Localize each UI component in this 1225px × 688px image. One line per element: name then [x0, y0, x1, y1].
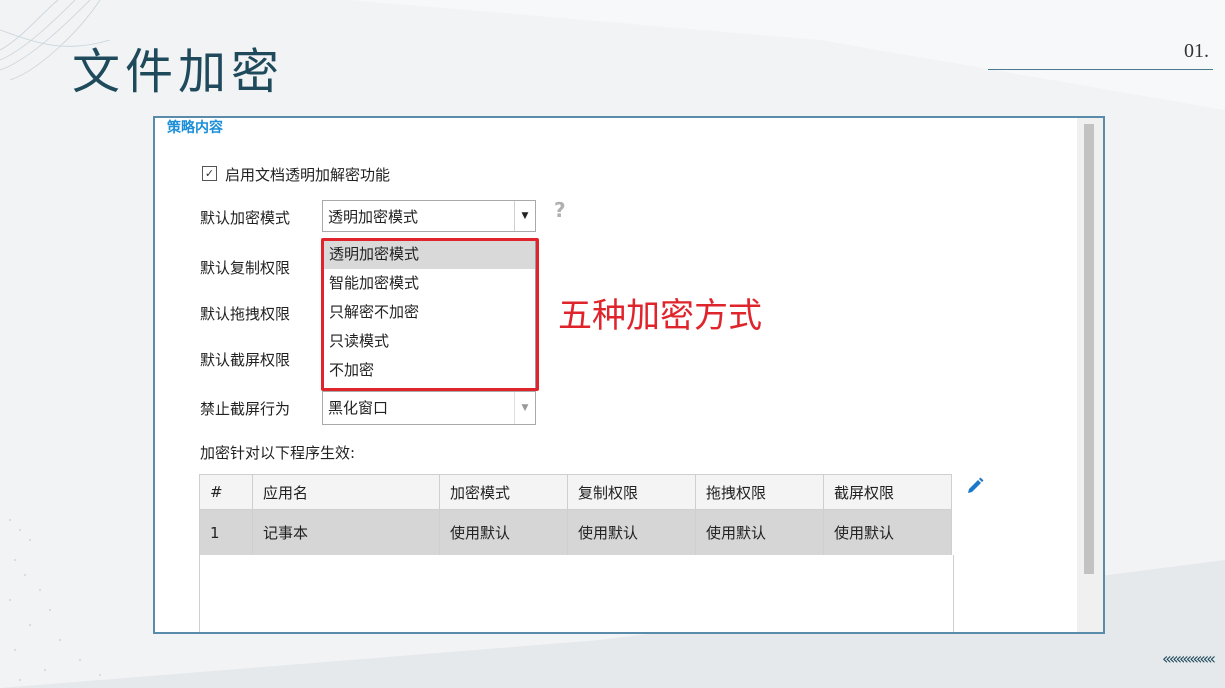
chevron-down-icon[interactable]: ▼	[514, 392, 535, 424]
page-number: 01.	[1184, 40, 1209, 62]
default-drag-label: 默认拖拽权限	[200, 305, 291, 323]
slide-title: 文件加密	[72, 44, 285, 100]
vertical-scrollbar[interactable]	[1077, 118, 1103, 632]
policy-screenshot: 策略内容 ✓ 启用文档透明加解密功能 默认加密模式 透明加密模式 ▼ ? 默认复…	[153, 116, 1105, 634]
help-icon[interactable]: ?	[554, 198, 566, 222]
page-number-underline	[988, 69, 1213, 70]
column-header[interactable]: 拖拽权限	[695, 474, 824, 510]
pencil-edit-icon[interactable]	[965, 476, 985, 496]
table-row[interactable]: 1 记事本 使用默认 使用默认 使用默认 使用默认	[199, 509, 952, 556]
dropdown-option[interactable]: 智能加密模式	[324, 269, 535, 298]
section-title: 策略内容	[167, 120, 223, 136]
column-header[interactable]: 加密模式	[439, 474, 568, 510]
programs-table: # 应用名 加密模式 复制权限 拖拽权限 截屏权限 1 记事本 使用默认 使用默…	[199, 474, 952, 556]
forbid-screenshot-select[interactable]: 黑化窗口 ▼	[322, 391, 536, 425]
table-cell: 1	[199, 509, 253, 556]
enable-checkbox[interactable]: ✓	[202, 166, 217, 181]
table-empty-area	[199, 555, 954, 632]
chevrons-decoration: ‹‹‹‹‹‹‹‹‹‹‹‹‹‹‹	[1162, 649, 1216, 668]
table-cell: 使用默认	[439, 509, 568, 556]
column-header[interactable]: 截屏权限	[823, 474, 952, 510]
forbid-screenshot-value: 黑化窗口	[328, 399, 389, 417]
programs-label: 加密针对以下程序生效:	[200, 444, 356, 462]
encrypt-mode-dropdown-list: 透明加密模式 智能加密模式 只解密不加密 只读模式 不加密	[323, 239, 536, 389]
dropdown-option[interactable]: 透明加密模式	[324, 240, 535, 269]
default-screenshot-label: 默认截屏权限	[200, 351, 291, 369]
table-cell: 使用默认	[567, 509, 696, 556]
enable-checkbox-label: 启用文档透明加解密功能	[225, 166, 391, 184]
table-cell: 使用默认	[823, 509, 952, 556]
scrollbar-thumb[interactable]	[1084, 124, 1094, 574]
default-encrypt-label: 默认加密模式	[200, 209, 291, 227]
dropdown-option[interactable]: 不加密	[324, 356, 535, 385]
default-encrypt-select[interactable]: 透明加密模式 ▼	[322, 200, 536, 232]
dropdown-option[interactable]: 只读模式	[324, 327, 535, 356]
dropdown-option[interactable]: 只解密不加密	[324, 298, 535, 327]
column-header[interactable]: #	[199, 474, 253, 510]
annotation-text: 五种加密方式	[558, 296, 762, 336]
table-cell: 使用默认	[695, 509, 824, 556]
default-encrypt-value: 透明加密模式	[328, 208, 419, 226]
forbid-screenshot-label: 禁止截屏行为	[200, 400, 291, 418]
column-header[interactable]: 应用名	[252, 474, 440, 510]
column-header[interactable]: 复制权限	[567, 474, 696, 510]
table-cell: 记事本	[252, 509, 440, 556]
default-copy-label: 默认复制权限	[200, 259, 291, 277]
chevron-down-icon[interactable]: ▼	[514, 201, 535, 231]
